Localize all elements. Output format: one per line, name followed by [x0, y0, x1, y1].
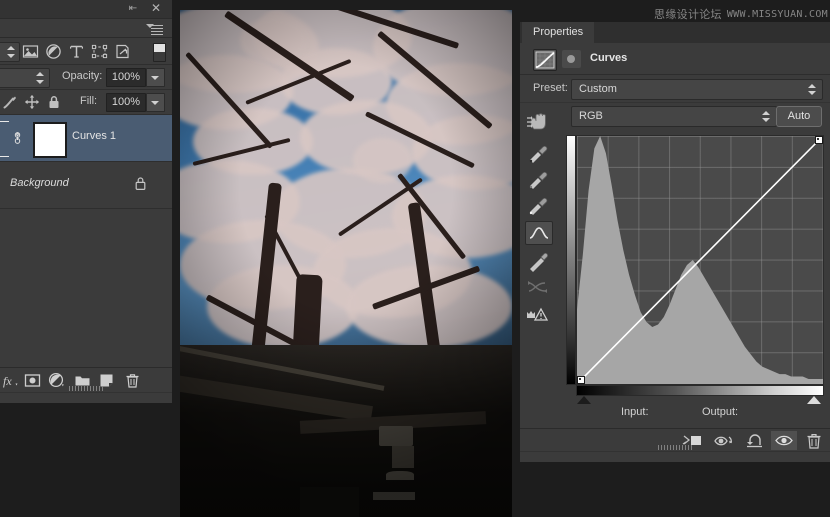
panel-menu-icon[interactable] — [146, 23, 164, 35]
layer-name: Curves 1 — [72, 130, 117, 142]
black-point-eyedropper-icon[interactable] — [525, 142, 551, 164]
output-gradient-strip — [566, 135, 576, 385]
preset-label: Preset: — [533, 82, 568, 94]
channel-value: RGB — [579, 110, 603, 122]
layer-selection-frame — [0, 121, 9, 157]
layers-panel-bottom-toolbar: fx — [0, 367, 172, 392]
add-layer-mask-icon[interactable] — [24, 372, 41, 389]
layers-panel-tabrow — [0, 19, 172, 38]
watermark-cn: 思缘设计论坛 — [654, 8, 722, 21]
filter-adjustment-icon[interactable] — [45, 43, 62, 60]
auto-button[interactable]: Auto — [776, 106, 822, 127]
fill-value[interactable]: 100% — [106, 93, 146, 112]
preset-row: Preset: Custom — [520, 75, 830, 103]
fill-label: Fill: — [80, 95, 98, 107]
filter-shape-icon[interactable] — [91, 43, 108, 60]
properties-panel: Properties Curves Preset: Custom RGB Aut… — [520, 22, 830, 462]
layer-row-background[interactable]: Background — [0, 162, 172, 209]
collapse-double-arrow-icon[interactable]: ⇤ — [126, 3, 140, 15]
lock-position-icon[interactable] — [24, 94, 40, 110]
output-label: Output: — [702, 406, 739, 418]
panel-drag-grip[interactable] — [658, 445, 692, 450]
panel-drag-grip[interactable] — [69, 386, 103, 391]
curves-adjustment-icon[interactable] — [533, 49, 557, 71]
pencil-draw-curve-icon[interactable] — [525, 250, 551, 272]
watermark-url: WWW.MISSYUAN.COM — [726, 8, 828, 20]
gray-point-eyedropper-icon[interactable] — [525, 168, 551, 190]
layer-row-curves-1[interactable]: Curves 1 — [0, 115, 172, 162]
layers-panel-footer — [0, 392, 172, 403]
chevron-updown-icon — [7, 46, 16, 58]
toggle-layer-visibility-icon[interactable] — [771, 431, 797, 450]
layer-mask-icon[interactable] — [562, 50, 581, 68]
curve-control-point-white[interactable] — [815, 136, 823, 144]
tab-properties[interactable]: Properties — [522, 22, 595, 43]
on-image-adjustment-icon[interactable] — [525, 112, 551, 134]
properties-tabbar: Properties — [520, 22, 830, 43]
input-gradient-strip — [576, 385, 824, 396]
blend-opacity-row: Opacity: 100% — [0, 65, 172, 90]
panel-title: Curves — [590, 52, 628, 64]
preset-value: Custom — [579, 83, 617, 95]
fill-dropdown-arrow[interactable] — [146, 93, 165, 112]
properties-bottom-toolbar — [520, 428, 830, 451]
curves-grid[interactable] — [576, 135, 824, 385]
view-previous-state-icon[interactable] — [712, 431, 738, 450]
image-canvas[interactable] — [180, 10, 512, 517]
delete-layer-icon[interactable] — [124, 372, 141, 389]
new-adjustment-layer-icon[interactable] — [48, 372, 65, 389]
curve-point-tool-icon[interactable] — [525, 221, 553, 245]
svg-text:fx: fx — [3, 374, 12, 388]
layers-panel: ⇤ ✕ Opacity: 100% Fill: 100% Curves 1 Ba… — [0, 0, 172, 403]
preset-dropdown[interactable]: Custom — [571, 79, 823, 100]
layer-name: Background — [10, 177, 69, 189]
chevron-updown-icon — [36, 72, 45, 84]
properties-panel-footer — [520, 451, 830, 462]
layer-mask-thumbnail[interactable] — [33, 122, 67, 158]
white-point-slider[interactable] — [807, 396, 821, 404]
reset-adjustment-icon[interactable] — [742, 431, 768, 450]
blend-mode-dropdown[interactable] — [0, 68, 50, 88]
photo-vignette — [180, 10, 512, 517]
tone-curve[interactable] — [577, 136, 823, 384]
filter-type-icon[interactable] — [68, 43, 85, 60]
photoshop-window: ⇤ ✕ Opacity: 100% Fill: 100% Curves 1 Ba… — [0, 0, 830, 517]
input-label: Input: — [621, 406, 649, 418]
input-output-row: Input: Output: — [520, 406, 830, 428]
filter-enable-toggle[interactable] — [153, 43, 166, 62]
lock-all-icon — [134, 176, 147, 191]
curves-tool-column — [520, 113, 562, 321]
filter-smartobject-icon[interactable] — [114, 43, 131, 60]
lock-all-icon[interactable] — [46, 94, 62, 110]
layer-filter-kind-dropdown[interactable] — [0, 42, 20, 62]
opacity-value[interactable]: 100% — [106, 68, 146, 87]
chevron-updown-icon — [762, 111, 771, 122]
close-icon[interactable]: ✕ — [150, 2, 162, 14]
opacity-dropdown-arrow[interactable] — [146, 68, 165, 87]
curves-graph[interactable] — [566, 135, 824, 404]
properties-header: Curves — [520, 43, 830, 75]
delete-adjustment-layer-icon[interactable] — [801, 431, 827, 450]
clipping-warning-icon[interactable] — [525, 304, 551, 326]
black-point-slider[interactable] — [577, 396, 591, 404]
opacity-label: Opacity: — [62, 70, 103, 82]
layer-filter-row — [0, 38, 172, 65]
curve-control-point-black[interactable] — [577, 376, 585, 384]
lock-image-pixels-icon[interactable] — [2, 94, 18, 110]
lock-fill-row: Fill: 100% — [0, 90, 172, 115]
channel-row: RGB Auto — [520, 103, 830, 128]
chevron-updown-icon — [808, 84, 817, 95]
link-layers-icon[interactable] — [13, 132, 22, 145]
white-point-eyedropper-icon[interactable] — [525, 194, 551, 216]
layers-panel-titlebar: ⇤ ✕ — [0, 0, 172, 19]
cherry-blossom-photo — [180, 10, 512, 517]
channel-dropdown[interactable]: RGB — [571, 106, 777, 127]
watermark: 思缘设计论坛 WWW.MISSYUAN.COM — [654, 7, 828, 21]
filter-image-icon[interactable] — [22, 43, 39, 60]
layer-style-fx-icon[interactable]: fx — [2, 372, 19, 389]
smooth-curve-icon[interactable] — [525, 276, 551, 298]
